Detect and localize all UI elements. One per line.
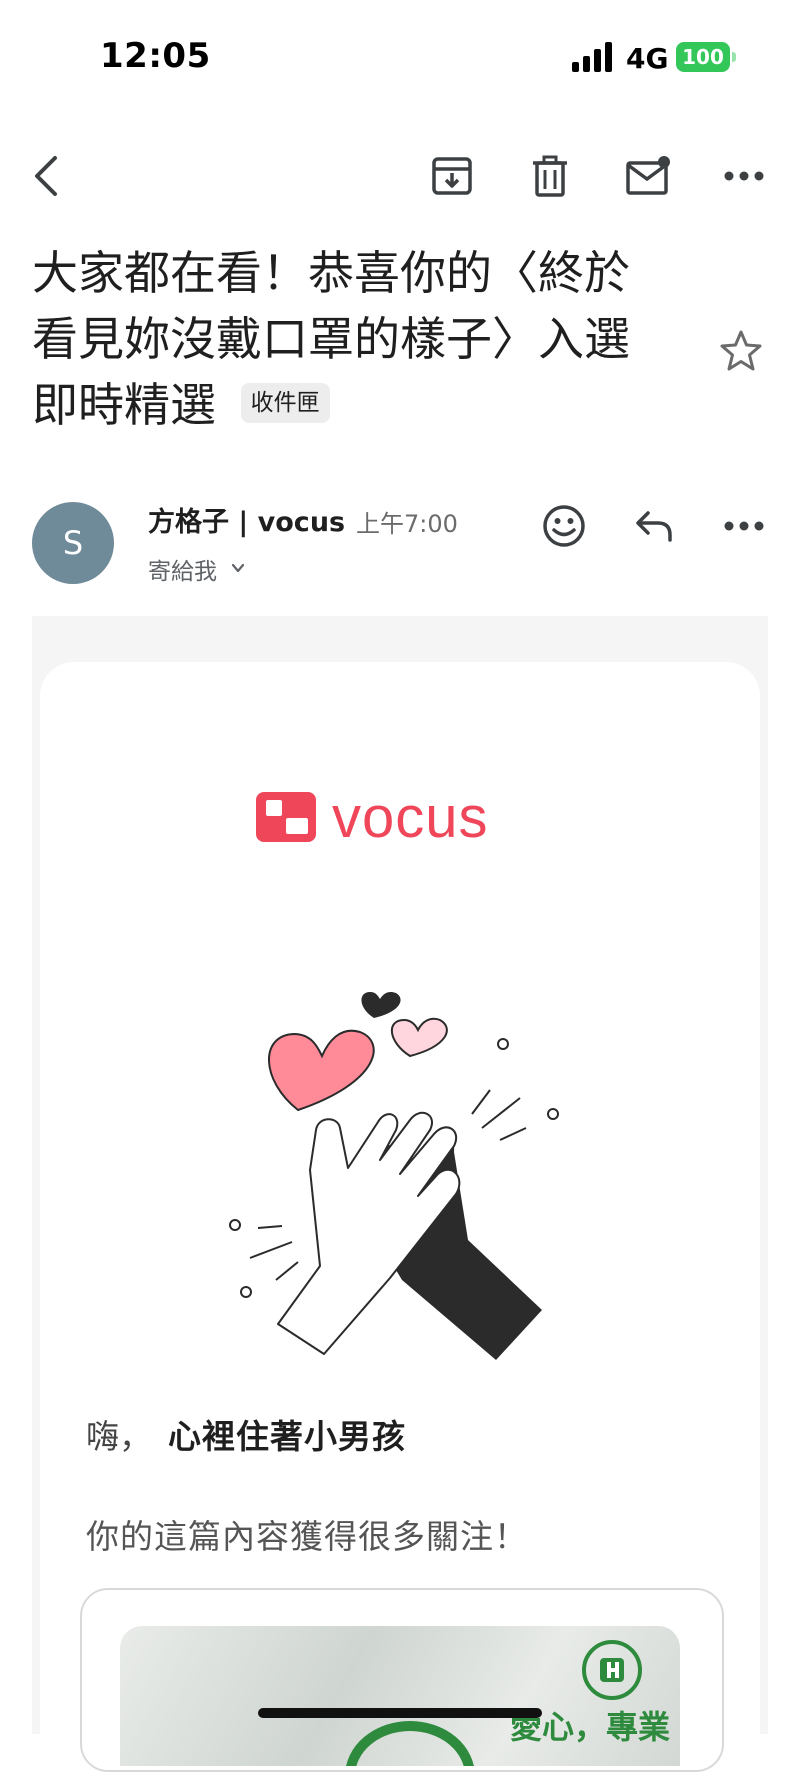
reply-button[interactable]: [628, 500, 680, 552]
subject-text: 大家都在看！恭喜你的〈終於看見妳沒戴口罩的樣子〉入選即時精選: [32, 246, 630, 432]
emoji-icon: [543, 505, 585, 547]
more-horizontal-icon: [724, 521, 764, 531]
back-arrow-icon: [35, 156, 57, 196]
star-icon[interactable]: [718, 328, 764, 374]
status-time: 12:05: [100, 36, 211, 76]
email-subject: 大家都在看！恭喜你的〈終於看見妳沒戴口罩的樣子〉入選即時精選 收件匣: [32, 240, 672, 438]
more-options-button[interactable]: [718, 150, 770, 202]
hospital-emblem-icon: [582, 1640, 642, 1700]
recipient-toggle[interactable]: 寄給我: [148, 552, 217, 586]
battery-indicator: 100: [676, 42, 730, 72]
trash-icon: [533, 155, 567, 197]
more-horizontal-icon: [724, 171, 764, 181]
archive-icon: [432, 157, 472, 195]
article-thumbnail[interactable]: 愛心，專業: [120, 1626, 680, 1766]
inbox-label-chip[interactable]: 收件匣: [240, 382, 330, 423]
sender-name: 方格子 | vocus: [148, 507, 346, 538]
back-button[interactable]: [20, 150, 72, 202]
sender-avatar[interactable]: S: [32, 502, 114, 584]
delete-button[interactable]: [524, 150, 576, 202]
mark-unread-button[interactable]: [622, 150, 674, 202]
lead-text: 你的這篇內容獲得很多關注！: [86, 1517, 528, 1556]
sent-time: 上午7:00: [356, 510, 458, 538]
greeting-name: 心裡住著小男孩: [168, 1417, 406, 1456]
vocus-logo[interactable]: vocus: [254, 786, 554, 846]
vocus-wordmark: vocus: [332, 786, 489, 846]
greeting-prefix: 嗨，: [86, 1417, 152, 1456]
hospital-logo-arc: [346, 1721, 474, 1766]
signal-icon: [572, 42, 612, 72]
reply-icon: [636, 511, 672, 542]
high-five-illustration: [229, 991, 559, 1360]
mail-unread-icon: [626, 156, 670, 195]
home-indicator[interactable]: [258, 1708, 542, 1718]
message-more-button[interactable]: [718, 500, 770, 552]
archive-button[interactable]: [426, 150, 478, 202]
chevron-down-icon[interactable]: [230, 560, 246, 576]
network-type: 4G: [626, 42, 669, 75]
add-reaction-button[interactable]: [538, 500, 590, 552]
battery-cap: [732, 52, 736, 62]
